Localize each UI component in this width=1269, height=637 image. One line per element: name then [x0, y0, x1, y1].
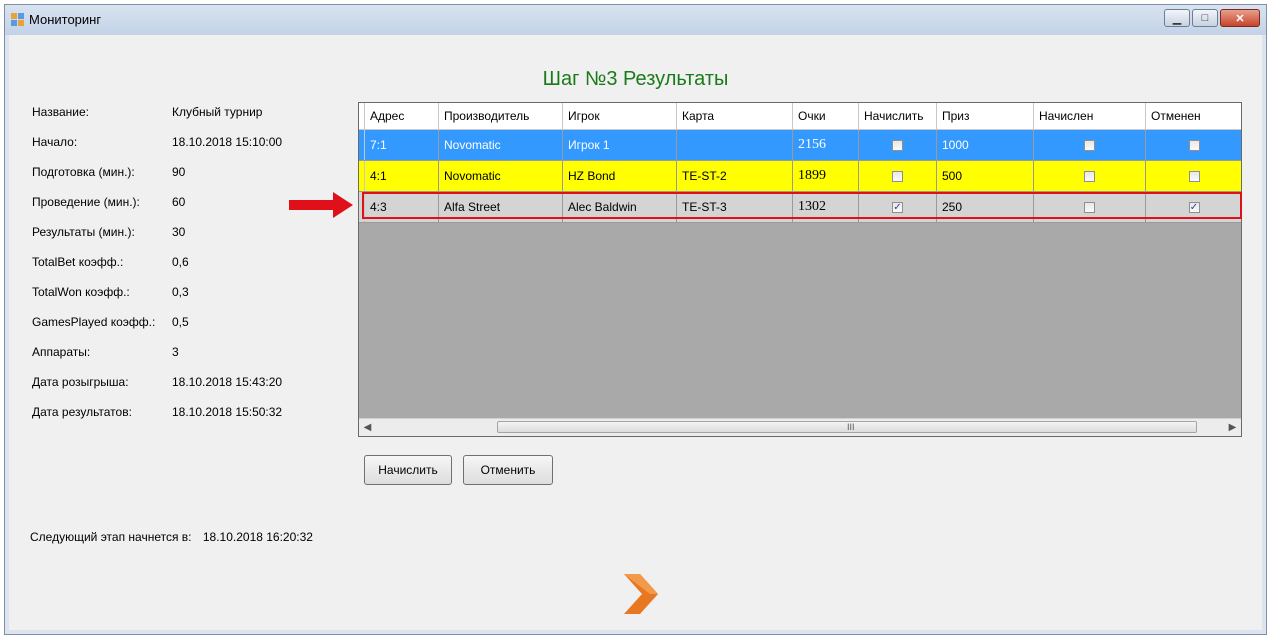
horizontal-scrollbar[interactable]: ◀ III ▶: [359, 418, 1241, 436]
info-value: 0,5: [172, 315, 189, 329]
table-cell[interactable]: Alec Baldwin: [563, 192, 677, 222]
info-value: 0,3: [172, 285, 189, 299]
checkbox-unchecked[interactable]: [1188, 139, 1200, 151]
column-header[interactable]: Очки: [793, 103, 859, 129]
info-label: Дата розыгрыша:: [32, 375, 129, 389]
scroll-thumb[interactable]: III: [497, 421, 1197, 433]
column-header[interactable]: Начислить: [859, 103, 937, 129]
table-cell[interactable]: 4:3: [365, 192, 439, 222]
next-chevron-icon[interactable]: [620, 572, 660, 616]
table-cell[interactable]: 2156: [793, 130, 859, 160]
checkbox-cell[interactable]: [1034, 130, 1146, 160]
table-cell[interactable]: 1302: [793, 192, 859, 222]
info-label: Проведение (мин.):: [32, 195, 140, 209]
window-title: Мониторинг: [29, 12, 102, 27]
info-value: 60: [172, 195, 186, 209]
info-label: GamesPlayed коэфф.:: [32, 315, 156, 329]
table-cell[interactable]: 1000: [937, 130, 1034, 160]
table-cell[interactable]: 7:1: [365, 130, 439, 160]
checkbox-unchecked[interactable]: [1084, 201, 1095, 213]
table-cell[interactable]: 250: [937, 192, 1034, 222]
next-stage-label: Следующий этап начнется в:: [30, 530, 192, 544]
table-cell[interactable]: 4:1: [365, 161, 439, 191]
scroll-right-icon[interactable]: ▶: [1224, 419, 1241, 436]
title-bar[interactable]: Мониторинг ▁ □ ✕: [5, 5, 1266, 35]
scroll-left-icon[interactable]: ◀: [359, 419, 376, 436]
page-title: Шаг №3 Результаты: [542, 68, 729, 90]
checkbox-cell[interactable]: [1146, 161, 1241, 191]
checkbox-unchecked[interactable]: [892, 170, 903, 182]
info-label: Начало:: [32, 135, 78, 149]
table-cell[interactable]: Игрок 1: [563, 130, 677, 160]
red-pointer-arrow-icon: [289, 192, 353, 218]
table-cell[interactable]: [677, 130, 793, 160]
column-header[interactable]: Начислен: [1034, 103, 1146, 129]
table-cell[interactable]: TE-ST-3: [677, 192, 793, 222]
checkbox-unchecked[interactable]: [1188, 170, 1200, 182]
grid-header: Адрес Производитель Игрок Карта Очки Начислит…: [359, 103, 1241, 130]
checkbox-cell[interactable]: ✓: [1146, 192, 1241, 222]
next-stage-info: Следующий этап начнется в: 18.10.2018 16…: [30, 530, 313, 544]
info-value: 90: [172, 165, 186, 179]
close-button[interactable]: ✕: [1220, 9, 1260, 27]
table-cell[interactable]: Alfa Street: [439, 192, 563, 222]
column-header[interactable]: Адрес: [365, 103, 439, 129]
info-value: 18.10.2018 15:10:00: [172, 135, 283, 149]
maximize-icon: □: [1201, 12, 1209, 24]
results-grid[interactable]: Адрес Производитель Игрок Карта Очки Начислит…: [358, 102, 1242, 437]
checkbox-checked[interactable]: ✓: [892, 201, 903, 213]
table-cell[interactable]: HZ Bond: [563, 161, 677, 191]
column-header[interactable]: Производитель: [439, 103, 563, 129]
app-icon: [11, 13, 25, 27]
info-value: 0,6: [172, 255, 189, 269]
checkbox-cell[interactable]: [859, 130, 937, 160]
scroll-grip: III: [847, 422, 855, 432]
table-cell[interactable]: Novomatic: [439, 161, 563, 191]
checkbox-cell[interactable]: [1034, 161, 1146, 191]
checkbox-cell[interactable]: [1146, 130, 1241, 160]
maximize-button[interactable]: □: [1192, 9, 1218, 27]
accrue-button[interactable]: Начислить: [364, 455, 452, 485]
minimize-button[interactable]: ▁: [1164, 9, 1190, 27]
table-cell[interactable]: 1899: [793, 161, 859, 191]
info-label: Дата результатов:: [32, 405, 132, 419]
info-label: Результаты (мин.):: [32, 225, 135, 239]
table-row[interactable]: 4:3 Alfa Street Alec Baldwin TE-ST-3 1302 ✓ 25…: [359, 192, 1241, 223]
checkbox-unchecked[interactable]: [1084, 170, 1095, 182]
checkbox-unchecked[interactable]: [892, 139, 903, 151]
info-value: 30: [172, 225, 186, 239]
minimize-icon: ▁: [1172, 12, 1182, 25]
table-cell[interactable]: Novomatic: [439, 130, 563, 160]
cancel-button[interactable]: Отменить: [463, 455, 553, 485]
info-label: Аппараты:: [32, 345, 91, 359]
table-row[interactable]: 4:1 Novomatic HZ Bond TE-ST-2 1899 500: [359, 161, 1241, 192]
info-label: TotalWon коэфф.:: [32, 285, 130, 299]
column-header[interactable]: Карта: [677, 103, 793, 129]
info-value: 18.10.2018 15:50:32: [172, 405, 283, 419]
checkbox-cell[interactable]: [1034, 192, 1146, 222]
info-value: 18.10.2018 15:43:20: [172, 375, 283, 389]
info-label: TotalBet коэфф.:: [32, 255, 124, 269]
info-label: Название:: [32, 105, 89, 119]
column-header[interactable]: Приз: [937, 103, 1034, 129]
next-stage-time: 18.10.2018 16:20:32: [202, 530, 313, 544]
column-header[interactable]: Игрок: [563, 103, 677, 129]
column-header[interactable]: Отменен: [1146, 103, 1241, 129]
info-value: Клубный турнир: [172, 105, 263, 119]
checkbox-unchecked[interactable]: [1084, 139, 1095, 151]
close-icon: ✕: [1235, 12, 1245, 25]
info-label: Подготовка (мин.):: [32, 165, 135, 179]
checkbox-cell[interactable]: ✓: [859, 192, 937, 222]
table-cell[interactable]: 500: [937, 161, 1034, 191]
checkbox-checked[interactable]: ✓: [1188, 201, 1200, 213]
checkbox-cell[interactable]: [859, 161, 937, 191]
info-value: 3: [172, 345, 179, 359]
table-cell[interactable]: TE-ST-2: [677, 161, 793, 191]
table-row[interactable]: 7:1 Novomatic Игрок 1 2156 1000: [359, 130, 1241, 161]
